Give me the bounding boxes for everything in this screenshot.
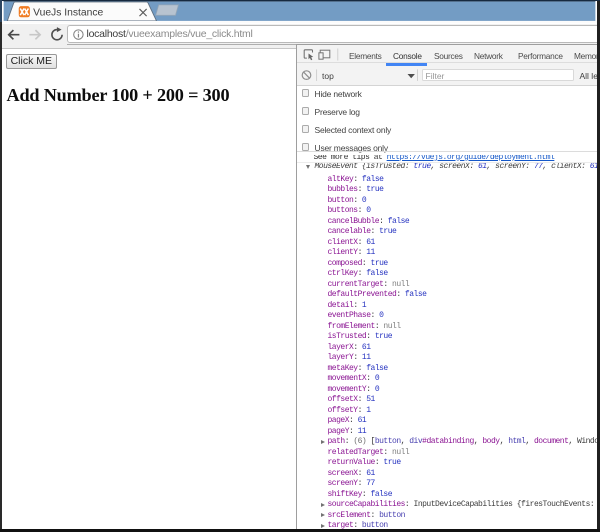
svg-text:VueJs Instance: VueJs Instance <box>33 8 103 19</box>
